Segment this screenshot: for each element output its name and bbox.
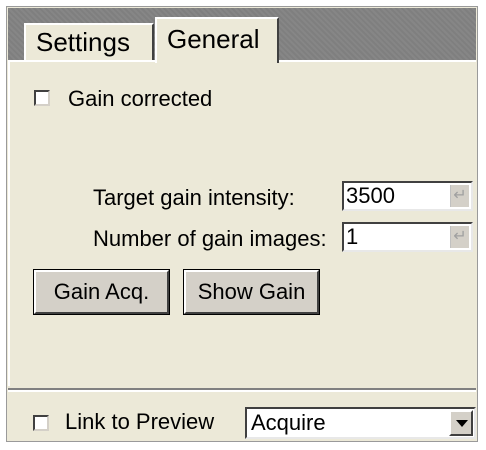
- tab-settings[interactable]: Settings: [24, 23, 154, 61]
- enter-icon[interactable]: ↵: [450, 185, 469, 207]
- show-gain-button[interactable]: Show Gain: [183, 269, 320, 315]
- tab-general[interactable]: General: [155, 17, 279, 63]
- target-gain-intensity-label: Target gain intensity:: [93, 185, 295, 210]
- show-gain-button-label: Show Gain: [197, 279, 306, 304]
- gain-panel: Settings General Gain corrected Target g…: [6, 6, 478, 442]
- link-to-preview-checkbox[interactable]: [33, 415, 49, 431]
- gain-acq-button-label: Gain Acq.: [53, 279, 150, 304]
- chevron-down-icon[interactable]: [449, 410, 473, 436]
- general-tab-content: Gain corrected Target gain intensity: 35…: [8, 60, 476, 386]
- enter-icon[interactable]: ↵: [450, 226, 469, 248]
- tab-general-label: General: [167, 24, 260, 54]
- gain-corrected-checkbox[interactable]: [34, 90, 50, 106]
- tab-settings-label: Settings: [36, 27, 130, 57]
- section-divider: [8, 388, 476, 392]
- target-gain-intensity-field[interactable]: 3500 ↵: [342, 181, 473, 211]
- number-of-gain-images-field[interactable]: 1 ↵: [342, 222, 473, 252]
- number-of-gain-images-label: Number of gain images:: [93, 226, 327, 251]
- gain-acq-button[interactable]: Gain Acq.: [33, 269, 170, 315]
- gain-corrected-label: Gain corrected: [68, 86, 213, 111]
- target-gain-intensity-value: 3500: [346, 183, 395, 208]
- mode-select[interactable]: Acquire: [245, 407, 476, 439]
- link-to-preview-label: Link to Preview: [65, 409, 215, 434]
- number-of-gain-images-value: 1: [346, 224, 359, 249]
- mode-select-value: Acquire: [251, 410, 326, 435]
